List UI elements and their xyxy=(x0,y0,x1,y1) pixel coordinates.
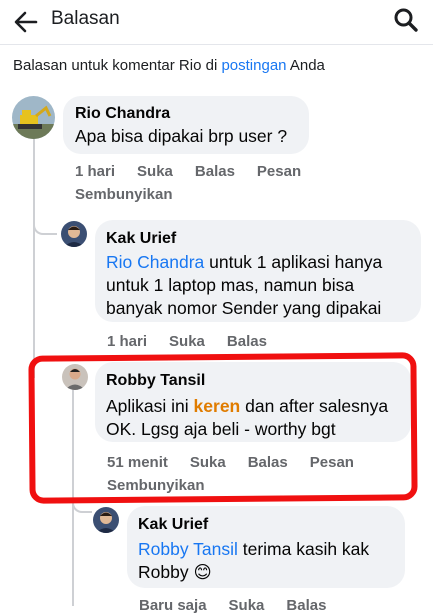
comment-text-line: Robby xyxy=(138,562,194,582)
replies-context: Balasan untuk komentar Rio di postingan … xyxy=(13,57,325,74)
comment-text-line: banyak nomor Sender yang dipakai xyxy=(106,298,382,318)
like-button[interactable]: Suka xyxy=(169,333,205,350)
context-suffix: Anda xyxy=(286,57,325,74)
reply-button[interactable]: Balas xyxy=(195,163,235,180)
back-arrow-icon[interactable] xyxy=(12,8,40,36)
mention-link[interactable]: Robby Tansil xyxy=(138,539,238,559)
comment-text: Robby Tansil terima kasih kak Robby 😊 xyxy=(138,538,400,584)
avatar[interactable] xyxy=(61,221,87,247)
avatar[interactable] xyxy=(12,96,55,139)
thread-line-main xyxy=(33,138,35,378)
like-button[interactable]: Suka xyxy=(137,163,173,180)
comment-text: Apa bisa dipakai brp user ? xyxy=(75,126,288,146)
hide-button[interactable]: Sembunyikan xyxy=(75,186,173,203)
person-photo-icon xyxy=(93,507,119,533)
page-title: Balasan xyxy=(51,8,120,29)
comment-text-line: untuk 1 aplikasi hanya xyxy=(204,252,383,272)
avatar[interactable] xyxy=(93,507,119,533)
highlight-annotation xyxy=(28,352,418,504)
message-button[interactable]: Pesan xyxy=(257,163,301,180)
comment-author[interactable]: Kak Urief xyxy=(138,516,208,534)
context-prefix: Balasan untuk komentar Rio di xyxy=(13,57,222,74)
mention-link[interactable]: Rio Chandra xyxy=(106,252,204,272)
comment-text-line: untuk 1 laptop mas, namun bisa xyxy=(106,275,355,295)
excavator-photo-icon xyxy=(12,96,55,139)
reply-button[interactable]: Balas xyxy=(227,333,267,350)
comment-actions: 1 hari Suka Balas xyxy=(107,333,289,350)
comment-text: Rio Chandra untuk 1 aplikasi hanya untuk… xyxy=(106,251,416,320)
comment-actions: 1 hari Suka Balas Pesan xyxy=(75,163,323,180)
top-bar: Balasan xyxy=(0,0,433,45)
comment-author[interactable]: Rio Chandra xyxy=(75,105,170,123)
thread-connector xyxy=(33,215,57,235)
smile-emoji-icon: 😊 xyxy=(193,562,212,582)
person-photo-icon xyxy=(61,221,87,247)
post-link[interactable]: postingan xyxy=(221,57,286,74)
comment-time: 1 hari xyxy=(107,333,148,350)
comment-time: 1 hari xyxy=(75,163,116,180)
comment-text-line: terima kasih kak xyxy=(237,539,370,559)
search-icon[interactable] xyxy=(392,6,420,34)
comment-author[interactable]: Kak Urief xyxy=(106,230,176,248)
